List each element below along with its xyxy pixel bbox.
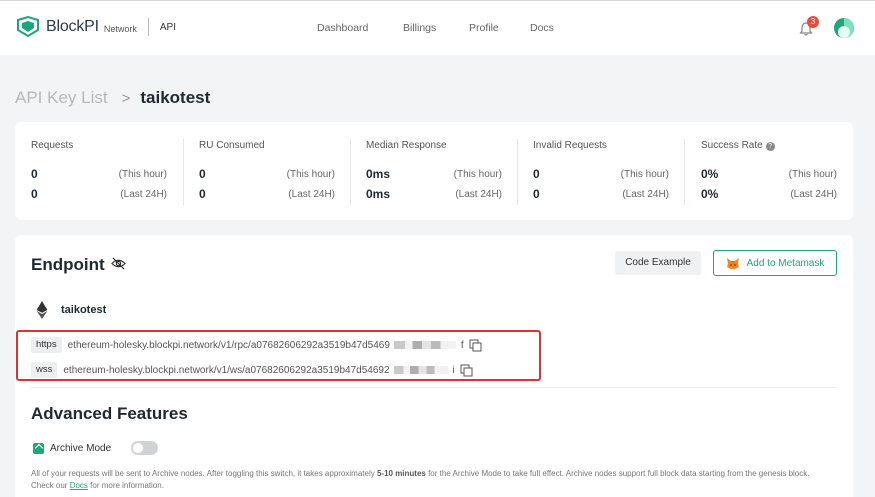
help-icon[interactable]: ? [765,142,775,151]
redacted-text [393,366,448,374]
brand-api-label: API [159,21,176,33]
stat-period-day: (Last 24H) [120,189,167,200]
stat-value-day: 0 [31,187,38,201]
stat-period-day: (Last 24H) [790,189,837,200]
advanced-features-title: Advanced Features [31,404,188,423]
archive-mode-label: Archive Mode [50,442,112,454]
stat-value-hour: 0 [199,167,206,181]
archive-icon [33,442,44,454]
network-name: taikotest [61,304,107,316]
stat-period-hour: (This hour) [453,169,502,180]
desc-part-3: for more information. [87,481,164,490]
stat-period-day: (Last 24H) [288,189,335,200]
https-endpoint-row: https ethereum-holesky.blockpi.network/v… [31,337,482,353]
avatar[interactable] [834,18,854,38]
section-divider [31,387,837,388]
stat-title: RU Consumed [199,140,265,151]
stat-period-hour: (This hour) [118,169,167,180]
breadcrumb-api-key-list[interactable]: API Key List [15,88,108,108]
stat-period-hour: (This hour) [620,169,669,180]
stat-value-hour: 0ms [366,167,391,181]
nav-docs[interactable]: Docs [530,22,554,34]
stat-median-response: Median Response 0ms (This hour) 0ms (Las… [350,122,518,220]
nav-dashboard[interactable]: Dashboard [317,22,368,34]
metamask-fox-icon [726,257,739,269]
top-navbar: BlockPI Network API Dashboard Billings P… [0,0,875,55]
chevron-right-icon: > [121,89,131,107]
archive-mode-toggle[interactable] [131,441,159,455]
brand-network-label: Network [103,24,137,34]
wss-label: wss [31,362,58,378]
stat-success-rate: Success Rate? 0% (This hour) 0% (Last 24… [685,122,853,220]
ethereum-icon [36,301,48,319]
copy-icon[interactable] [469,339,482,352]
https-label: https [31,337,62,353]
stat-value-hour: 0 [31,167,38,181]
blockpi-logo-icon [17,16,39,38]
code-example-button[interactable]: Code Example [615,251,701,275]
stat-title: Invalid Requests [533,140,607,151]
brand-name: BlockPI [46,18,99,35]
nav-billings[interactable]: Billings [403,22,436,34]
stat-ru-consumed: RU Consumed 0 (This hour) 0 (Last 24H) [183,122,351,220]
brand[interactable]: BlockPI Network API [16,16,176,38]
stat-title: Success Rate? [701,140,775,151]
wss-url-tail: i [452,364,455,376]
endpoint-card: Endpoint Code Example Add to Metamask ta… [15,235,853,497]
page-title: taikotest [140,88,211,107]
stat-value-hour: 0% [701,167,719,181]
stat-title-text: Success Rate [701,140,763,151]
nav-profile[interactable]: Profile [469,22,499,34]
copy-icon[interactable] [460,364,473,377]
wss-url[interactable]: ethereum-holesky.blockpi.network/v1/ws/a… [63,365,389,376]
stat-value-hour: 0 [533,167,540,181]
stat-period-day: (Last 24H) [622,189,669,200]
archive-mode-row: Archive Mode [33,441,159,455]
stat-period-day: (Last 24H) [455,189,502,200]
eye-off-icon[interactable] [111,256,126,271]
desc-part-1: All of your requests will be sent to Arc… [31,469,377,478]
notification-badge: 3 [807,16,819,28]
stat-invalid-requests: Invalid Requests 0 (This hour) 0 (Last 2… [517,122,685,220]
desc-bold: 5-10 minutes [376,469,426,478]
wss-endpoint-row: wss ethereum-holesky.blockpi.network/v1/… [31,362,473,378]
archive-mode-description: All of your requests will be sent to Arc… [31,468,831,492]
stat-title: Median Response [366,140,447,151]
endpoint-title: Endpoint [31,255,105,274]
https-url[interactable]: ethereum-holesky.blockpi.network/v1/rpc/… [68,340,390,351]
stat-value-day: 0 [199,187,206,201]
brand-divider [147,18,149,36]
redacted-text [393,341,456,349]
https-url-tail: f [460,339,464,351]
stat-value-day: 0 [533,187,540,201]
stat-value-day: 0% [701,187,719,201]
breadcrumb: API Key List > taikotest [15,88,210,108]
stat-requests: Requests 0 (This hour) 0 (Last 24H) [15,122,183,220]
add-to-metamask-button[interactable]: Add to Metamask [713,250,837,276]
stat-period-hour: (This hour) [788,169,837,180]
stat-period-hour: (This hour) [286,169,335,180]
stat-value-day: 0ms [366,187,391,201]
network-row: taikotest [35,301,106,319]
stats-card: Requests 0 (This hour) 0 (Last 24H) RU C… [15,122,853,220]
stat-title: Requests [31,140,74,151]
add-to-metamask-label: Add to Metamask [746,257,825,269]
docs-link[interactable]: Docs [70,481,88,490]
